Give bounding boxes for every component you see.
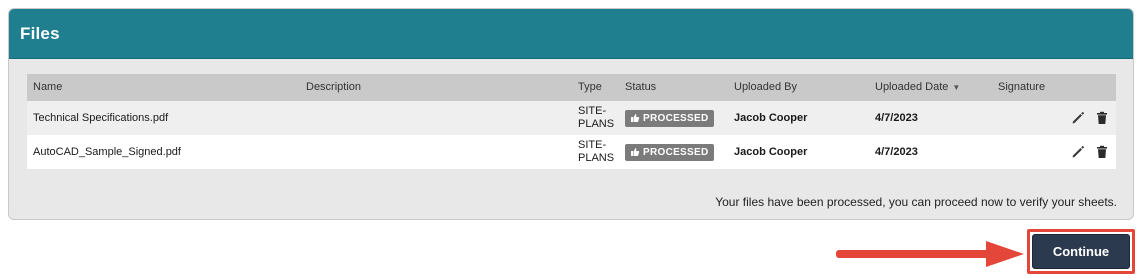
- file-type-line1: SITE-: [578, 139, 607, 151]
- continue-highlight: Continue: [1027, 229, 1135, 274]
- thumbs-up-icon: [631, 148, 640, 156]
- panel-title: Files: [20, 23, 60, 43]
- status-badge: PROCESSED: [625, 143, 714, 161]
- header-uploaded-date-label: Uploaded Date: [875, 81, 949, 93]
- header-type[interactable]: Type: [578, 74, 602, 101]
- file-type-line2: PLANS: [578, 118, 615, 130]
- header-description[interactable]: Description: [306, 74, 361, 101]
- trash-icon[interactable]: [1095, 145, 1109, 159]
- header-status[interactable]: Status: [625, 74, 656, 101]
- file-name[interactable]: AutoCAD_Sample_Signed.pdf: [33, 135, 181, 169]
- pencil-icon[interactable]: [1071, 145, 1085, 159]
- files-table: Name Description Type Status Uploaded By…: [27, 74, 1116, 169]
- processed-message: Your files have been processed, you can …: [715, 195, 1117, 209]
- file-name[interactable]: Technical Specifications.pdf: [33, 101, 168, 135]
- trash-icon[interactable]: [1095, 111, 1109, 125]
- continue-button[interactable]: Continue: [1032, 234, 1130, 269]
- header-signature[interactable]: Signature: [998, 74, 1045, 101]
- table-row: AutoCAD_Sample_Signed.pdf SITE- PLANS PR…: [27, 135, 1116, 169]
- table-row: Technical Specifications.pdf SITE- PLANS…: [27, 101, 1116, 135]
- header-uploaded-by[interactable]: Uploaded By: [734, 74, 797, 101]
- pencil-icon[interactable]: [1071, 111, 1085, 125]
- status-badge-label: PROCESSED: [643, 146, 709, 158]
- thumbs-up-icon: [631, 114, 640, 122]
- sort-desc-icon[interactable]: ▼: [952, 83, 960, 92]
- file-type-line1: SITE-: [578, 105, 607, 117]
- file-status: PROCESSED: [625, 135, 714, 169]
- file-type-line2: PLANS: [578, 152, 615, 164]
- file-type: SITE- PLANS: [578, 101, 614, 135]
- uploaded-by: Jacob Cooper: [734, 112, 808, 124]
- status-badge-label: PROCESSED: [643, 112, 709, 124]
- files-panel: Files Name Description Type Status Uploa…: [8, 8, 1134, 220]
- header-uploaded-date[interactable]: Uploaded Date ▼: [875, 74, 960, 101]
- row-actions: [1071, 135, 1109, 169]
- status-badge: PROCESSED: [625, 109, 714, 127]
- panel-header: Files: [9, 9, 1133, 59]
- uploaded-date: 4/7/2023: [875, 146, 918, 158]
- file-status: PROCESSED: [625, 101, 714, 135]
- uploaded-date: 4/7/2023: [875, 112, 918, 124]
- table-header: Name Description Type Status Uploaded By…: [27, 74, 1116, 101]
- row-actions: [1071, 101, 1109, 135]
- file-type: SITE- PLANS: [578, 135, 614, 169]
- header-name[interactable]: Name: [33, 74, 62, 101]
- uploaded-by: Jacob Cooper: [734, 146, 808, 158]
- arrow-right-icon: [836, 241, 1024, 267]
